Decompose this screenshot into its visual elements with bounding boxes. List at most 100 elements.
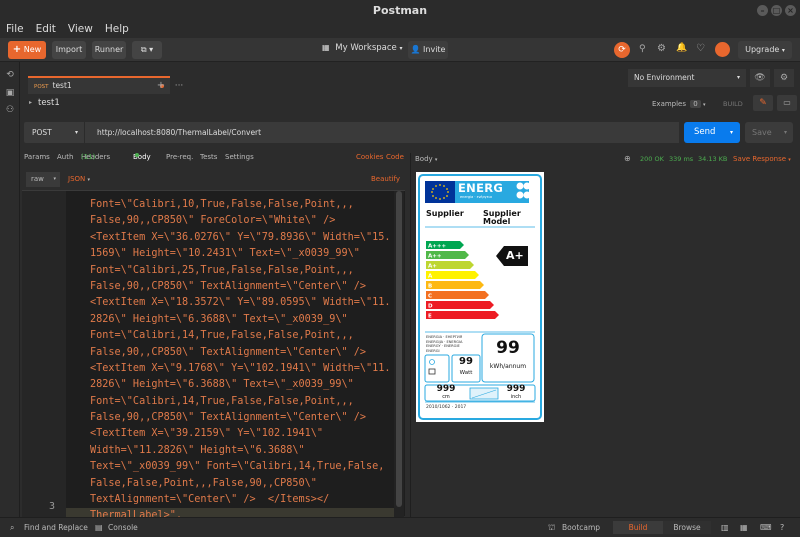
sync-icon[interactable]: ⟳ (614, 42, 630, 58)
history-icon[interactable]: ⟲ (5, 70, 15, 80)
bootcamp-icon[interactable]: ⛫ (548, 523, 555, 533)
new-window-button[interactable]: ⧉ ▾ (132, 41, 162, 59)
url-input[interactable]: http://localhost:8080/ThermalLabel/Conve… (84, 122, 679, 143)
code-line[interactable]: False,90,,CP850\" TextAlignment=\"Center… (66, 345, 404, 361)
request-name[interactable]: test1 (38, 98, 60, 108)
layout-icon[interactable]: ▥ (721, 523, 729, 532)
bootcamp-button[interactable]: Bootcamp (562, 523, 600, 532)
build-mode-label[interactable]: BUILD (723, 100, 743, 108)
line-number: 3 (49, 501, 56, 512)
find-replace-button[interactable]: Find and Replace (24, 523, 88, 532)
comment-icon[interactable]: ▭ (777, 95, 797, 111)
tab-auth[interactable]: Auth (57, 153, 73, 161)
environment-label: No Environment (634, 73, 695, 82)
code-line[interactable]: False,90,,CP850\" TextAlignment=\"Center… (66, 410, 404, 426)
browse-button[interactable]: Browse (663, 521, 711, 534)
response-time: 339 ms (669, 155, 694, 163)
code-line[interactable]: <TextItem X=\"36.0276\" Y=\"79.8936\" Wi… (66, 230, 404, 246)
menu-file[interactable]: File (0, 21, 30, 37)
tab-test1[interactable]: POST test1 (28, 76, 170, 94)
code-line[interactable]: Width=\"11.2826\" Height=\"6.3688\" (66, 443, 404, 459)
plus-icon: + (12, 44, 22, 55)
plus-icon: + (156, 80, 166, 91)
regulation-text: 2010/1062 · 2017 (426, 405, 467, 410)
keyboard-icon[interactable]: ⌨ (760, 523, 772, 532)
maximize-icon[interactable]: □ (771, 5, 782, 16)
globe-icon[interactable]: ⊕ (624, 154, 631, 163)
pencil-icon[interactable]: ✎ (753, 95, 773, 111)
language-select[interactable]: JSON ▾ (68, 175, 90, 183)
code-line[interactable]: 1569\" Height=\"10.2431\" Text=\"_x0039_… (66, 246, 404, 262)
collections-icon[interactable]: ▣ (5, 88, 15, 98)
workspace-selector[interactable]: ▦ My Workspace ▾ (322, 43, 403, 57)
editor-scrollbar[interactable] (394, 191, 404, 517)
beautify-link[interactable]: Beautify (371, 175, 400, 183)
upgrade-button[interactable]: Upgrade ▾ (738, 41, 792, 59)
find-icon[interactable]: ⌕ (10, 523, 14, 533)
console-icon[interactable]: ▤ (95, 523, 103, 532)
grade-bar (426, 301, 494, 309)
help-icon[interactable]: ? (780, 523, 784, 532)
close-icon[interactable]: × (785, 5, 796, 16)
code-line[interactable]: Font=\"Calibri,14,True,False,False,Point… (66, 328, 404, 344)
code-line[interactable]: 2826\" Height=\"6.3688\" Text=\"_x0039_9… (66, 377, 404, 393)
code-line[interactable]: <TextItem X=\"39.2159\" Y=\"102.1941\" (66, 426, 404, 442)
save-response-button[interactable]: Save Response ▾ (733, 155, 791, 163)
code-line[interactable]: Text=\"_x0039_99\" Font=\"Calibri,14,Tru… (66, 459, 404, 475)
bell-icon[interactable]: 🔔 (676, 43, 687, 53)
cookies-link[interactable]: Cookies (356, 153, 383, 161)
settings-icon[interactable]: ⚙ (774, 69, 794, 87)
tab-bar: POST test1 + ··· No Environment ▾ 👁 ⚙ (20, 62, 800, 94)
new-tab-button[interactable]: + (154, 79, 168, 93)
body-type-select[interactable]: raw ▾ (26, 172, 60, 187)
tab-settings[interactable]: Settings (225, 153, 254, 161)
caret-right-icon[interactable]: ▸ (29, 99, 32, 106)
code-line[interactable]: False,False,Point,,,False,90,,CP850\" (66, 476, 404, 492)
save-button[interactable]: Save ▾ (745, 122, 793, 143)
tab-options-button[interactable]: ··· (172, 79, 186, 93)
columns-icon[interactable]: ▦ (740, 523, 748, 532)
user-plus-icon: 👤 (410, 45, 421, 54)
code-line[interactable]: Font=\"Calibri,10,True,False,False,Point… (66, 197, 404, 213)
import-button[interactable]: Import (52, 41, 86, 59)
chevron-down-icon: ▾ (781, 47, 785, 54)
tab-params[interactable]: Params (24, 153, 50, 161)
code-line[interactable]: Font=\"Calibri,14,True,False,False,Point… (66, 394, 404, 410)
tab-name: test1 (52, 81, 72, 90)
scrollbar-thumb[interactable] (396, 191, 402, 507)
code-line[interactable]: False,90,,CP850\" TextAlignment=\"Center… (66, 279, 404, 295)
console-button[interactable]: Console (108, 523, 138, 532)
environment-select[interactable]: No Environment ▾ (628, 69, 746, 87)
satellite-icon[interactable]: ⚲ (639, 44, 646, 54)
code-line[interactable]: False,90,,CP850\" ForeColor=\"White\" /> (66, 213, 404, 229)
code-line[interactable]: <TextItem X=\"18.3572\" Y=\"89.0595\" Wi… (66, 295, 404, 311)
new-button[interactable]: + New (8, 41, 46, 59)
cm-unit: cm (442, 394, 450, 400)
body-editor[interactable]: 3 Font=\"Calibri,10,True,False,False,Poi… (22, 190, 405, 537)
code-link[interactable]: Code (386, 153, 404, 161)
tab-tests[interactable]: Tests (200, 153, 217, 161)
code-line[interactable]: TextAlignment=\"Center\" /> </Items></ (66, 492, 404, 508)
gear-icon[interactable]: ⚙ (657, 43, 666, 54)
tab-prereq[interactable]: Pre-req. (166, 153, 193, 161)
heart-icon[interactable]: ♡ (696, 43, 705, 54)
code-line[interactable]: <TextItem X=\"9.1768\" Y=\"102.1941\" Wi… (66, 361, 404, 377)
examples-link[interactable]: Examples 0 ▾ (652, 100, 705, 108)
apis-icon[interactable]: ⚇ (5, 105, 15, 115)
code-line[interactable]: Font=\"Calibri,25,True,False,False,Point… (66, 263, 404, 279)
response-body-select[interactable]: Body ▾ (415, 155, 437, 163)
code-line[interactable]: 2826\" Height=\"6.3688\" Text=\"_x0039_9… (66, 312, 404, 328)
code-content[interactable]: Font=\"Calibri,10,True,False,False,Point… (66, 197, 404, 537)
method-select[interactable]: POST ▾ (24, 122, 84, 143)
build-button[interactable]: Build (613, 521, 663, 534)
invite-button[interactable]: 👤 Invite (408, 41, 448, 59)
menu-edit[interactable]: Edit (30, 21, 62, 37)
minimize-icon[interactable]: – (757, 5, 768, 16)
runner-button[interactable]: Runner (92, 41, 126, 59)
menu-view[interactable]: View (62, 21, 99, 37)
send-button[interactable]: Send ▾ (684, 122, 740, 143)
avatar[interactable] (715, 42, 730, 57)
eye-icon[interactable]: 👁 (750, 69, 770, 87)
menu-help[interactable]: Help (99, 21, 135, 37)
request-title-row: ▸ test1 Examples 0 ▾ BUILD ✎ ▭ (20, 95, 800, 114)
